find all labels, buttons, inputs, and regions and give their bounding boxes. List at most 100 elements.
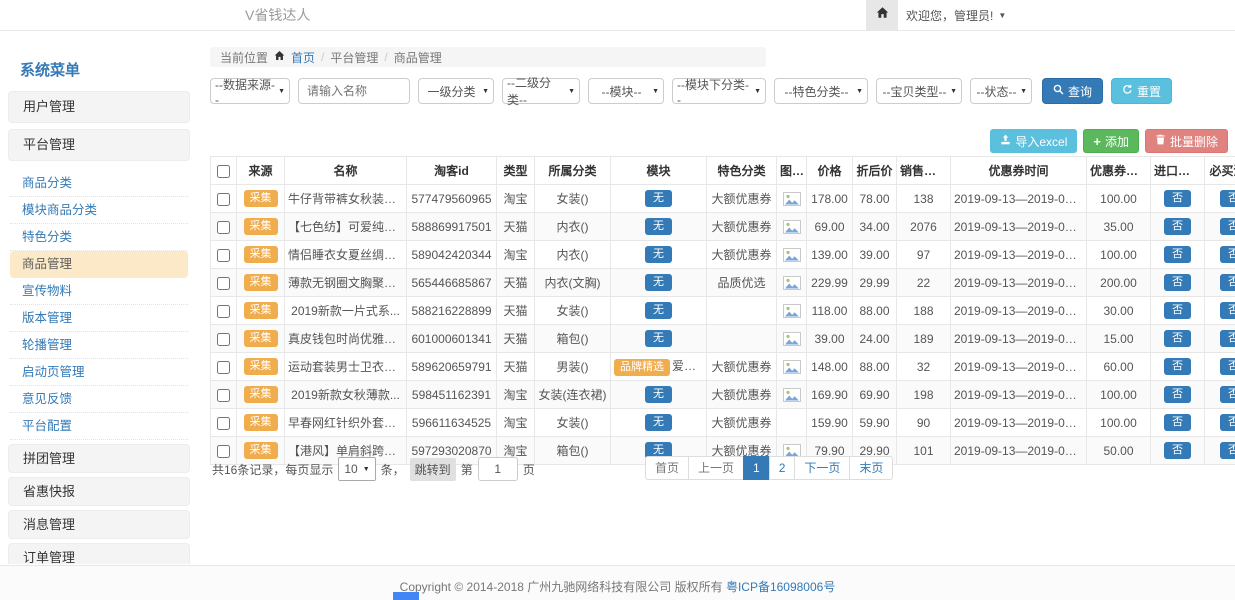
import-select-button[interactable]: 否	[1164, 358, 1191, 375]
import-select-button[interactable]: 否	[1164, 330, 1191, 347]
module-none-button[interactable]: 无	[645, 274, 672, 291]
filter-select-level2-category[interactable]: --二级分类--▼	[502, 78, 580, 104]
reset-button[interactable]: 重置	[1111, 78, 1172, 104]
filter-select-data-source[interactable]: --数据来源--▼	[210, 78, 290, 104]
pager-next[interactable]: 下一页	[794, 456, 850, 480]
caret-down-icon: ▼	[278, 88, 285, 95]
must-buy-button[interactable]: 否	[1220, 414, 1235, 431]
import-select-button[interactable]: 否	[1164, 442, 1191, 459]
cell-coupon-amount: 100.00	[1087, 381, 1151, 409]
import-excel-button[interactable]: 导入excel	[990, 129, 1077, 153]
cell-discount-price: 59.90	[853, 409, 897, 437]
must-buy-button[interactable]: 否	[1220, 246, 1235, 263]
module-none-button[interactable]: 无	[645, 218, 672, 235]
import-select-button[interactable]: 否	[1164, 302, 1191, 319]
module-none-button[interactable]: 无	[645, 190, 672, 207]
pager-page-2[interactable]: 2	[769, 456, 796, 480]
cell-source: 采集	[237, 353, 285, 381]
cell-feature: 品质优选	[707, 269, 777, 297]
sidebar-group-group-buy-management[interactable]: 拼团管理	[8, 444, 190, 473]
icp-link[interactable]: 粤ICP备16098006号	[726, 580, 835, 594]
row-checkbox[interactable]	[217, 333, 230, 346]
per-page-select[interactable]: 10 ▼	[338, 457, 375, 481]
module-none-button[interactable]: 无	[645, 414, 672, 431]
must-buy-button[interactable]: 否	[1220, 358, 1235, 375]
cell-discount-price: 39.00	[853, 241, 897, 269]
import-select-button[interactable]: 否	[1164, 386, 1191, 403]
batch-delete-button[interactable]: 批量删除	[1145, 129, 1228, 153]
cell-taoke-id: 601000601341	[407, 325, 497, 353]
module-none-button[interactable]: 无	[645, 246, 672, 263]
sidebar-item-version-management[interactable]: 版本管理	[10, 305, 188, 332]
sidebar-group-message-management[interactable]: 消息管理	[8, 510, 190, 539]
row-checkbox[interactable]	[217, 221, 230, 234]
sidebar-item-platform-config[interactable]: 平台配置	[10, 413, 188, 440]
module-none-button[interactable]: 无	[645, 330, 672, 347]
filter-select-feature-category[interactable]: --特色分类--▼	[774, 78, 868, 104]
add-button[interactable]: + 添加	[1083, 129, 1139, 153]
sidebar-item-feedback[interactable]: 意见反馈	[10, 386, 188, 413]
column-header-10: 销售数量	[897, 157, 951, 185]
import-select-button[interactable]: 否	[1164, 414, 1191, 431]
cell-type: 天猫	[497, 297, 535, 325]
import-select-button[interactable]: 否	[1164, 190, 1191, 207]
sidebar-item-goods-category[interactable]: 商品分类	[10, 170, 188, 197]
sidebar-group-user-management[interactable]: 用户管理	[8, 91, 190, 123]
must-buy-button[interactable]: 否	[1220, 386, 1235, 403]
cell-type: 淘宝	[497, 241, 535, 269]
module-none-button[interactable]: 无	[645, 386, 672, 403]
row-checkbox[interactable]	[217, 193, 230, 206]
sidebar-item-module-goods-category[interactable]: 模块商品分类	[10, 197, 188, 224]
row-checkbox[interactable]	[217, 445, 230, 458]
jump-button[interactable]: 跳转到	[410, 458, 456, 481]
sidebar-item-carousel-management[interactable]: 轮播管理	[10, 332, 188, 359]
pager-last[interactable]: 末页	[849, 456, 893, 480]
sidebar-group-platform-management[interactable]: 平台管理	[8, 129, 190, 161]
cell-checkbox	[211, 353, 237, 381]
user-menu[interactable]: 欢迎您，管理员! ▼	[906, 0, 1006, 30]
home-button[interactable]	[866, 0, 898, 30]
must-buy-button[interactable]: 否	[1220, 330, 1235, 347]
filter-name-input[interactable]	[298, 78, 410, 104]
row-checkbox[interactable]	[217, 305, 230, 318]
filter-select-module-subcategory[interactable]: --模块下分类--▼	[672, 78, 766, 104]
row-checkbox[interactable]	[217, 417, 230, 430]
filter-select-item-type[interactable]: --宝贝类型--▼	[876, 78, 962, 104]
must-buy-button[interactable]: 否	[1220, 302, 1235, 319]
import-select-button[interactable]: 否	[1164, 246, 1191, 263]
column-header-8: 价格	[807, 157, 853, 185]
product-image-icon	[783, 275, 801, 289]
select-all-checkbox[interactable]	[217, 165, 230, 178]
sidebar-item-promo-materials[interactable]: 宣传物料	[10, 278, 188, 305]
row-checkbox[interactable]	[217, 249, 230, 262]
filter-select-level1-category[interactable]: 一级分类▼	[418, 78, 494, 104]
query-button[interactable]: 查询	[1042, 78, 1103, 104]
import-select-button[interactable]: 否	[1164, 218, 1191, 235]
cell-sales: 101	[897, 437, 951, 465]
sidebar-group-saving-express[interactable]: 省惠快报	[8, 477, 190, 506]
pager-page-1[interactable]: 1	[743, 456, 770, 480]
must-buy-button[interactable]: 否	[1220, 218, 1235, 235]
breadcrumb-home-link[interactable]: 首页	[291, 49, 315, 66]
must-buy-button[interactable]: 否	[1220, 190, 1235, 207]
must-buy-button[interactable]: 否	[1220, 274, 1235, 291]
filter-select-status[interactable]: --状态--▼	[970, 78, 1032, 104]
page-number-input[interactable]	[478, 457, 518, 481]
pager-prev[interactable]: 上一页	[688, 456, 744, 480]
import-select-button[interactable]: 否	[1164, 274, 1191, 291]
must-buy-button[interactable]: 否	[1220, 442, 1235, 459]
cell-module: 无	[611, 185, 707, 213]
cell-sales: 22	[897, 269, 951, 297]
sidebar-item-splash-management[interactable]: 启动页管理	[10, 359, 188, 386]
cell-must-buy: 否	[1205, 353, 1235, 381]
sidebar-item-goods-management[interactable]: 商品管理	[10, 251, 188, 278]
row-checkbox[interactable]	[217, 389, 230, 402]
filter-select-module[interactable]: --模块--▼	[588, 78, 664, 104]
row-checkbox[interactable]	[217, 277, 230, 290]
cell-must-buy: 否	[1205, 185, 1235, 213]
sidebar-group-order-management[interactable]: 订单管理	[8, 543, 190, 564]
module-none-button[interactable]: 无	[645, 302, 672, 319]
sidebar-item-feature-category[interactable]: 特色分类	[10, 224, 188, 251]
row-checkbox[interactable]	[217, 361, 230, 374]
pager-first[interactable]: 首页	[645, 456, 689, 480]
